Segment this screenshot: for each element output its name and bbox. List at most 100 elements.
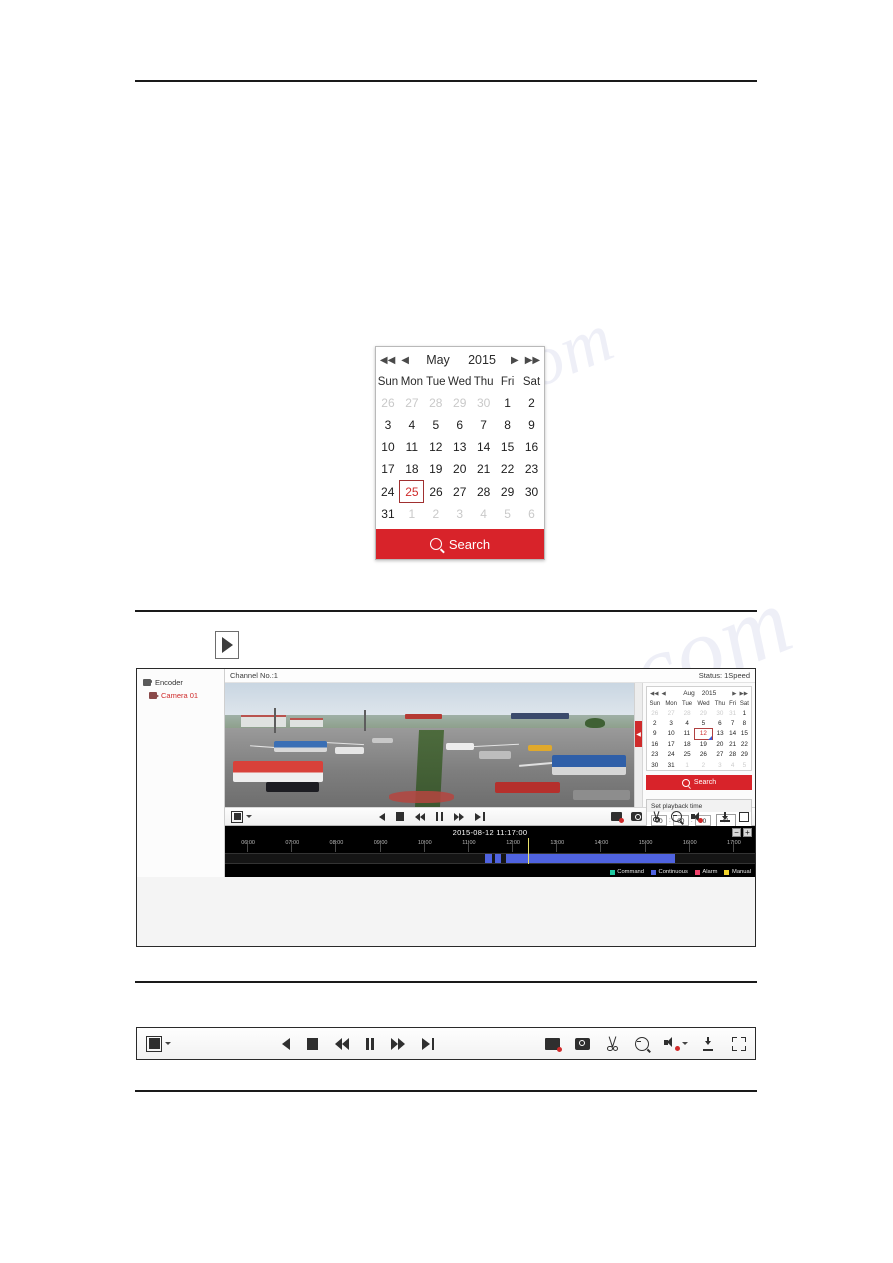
calendar-day[interactable]: 28 [728,750,738,760]
calendar-day[interactable]: 10 [376,436,400,458]
calendar-day[interactable]: 7 [472,414,496,436]
calendar-day[interactable]: 6 [448,414,472,436]
calendar-day[interactable]: 11 [400,436,424,458]
date-picker-large[interactable]: ◀◀ ◀ May 2015 ▶ ▶▶ Sun Mon Tue Wed Thu Fri Sat… [375,346,545,560]
calendar-day[interactable]: 26 [647,708,663,718]
video-viewport[interactable] [225,683,634,807]
calendar-day[interactable]: 26 [424,481,448,503]
search-button[interactable]: Search [376,529,544,559]
tree-node-camera[interactable]: Camera 01 [137,689,224,702]
calendar-day[interactable]: 26 [694,750,712,760]
single-frame-button[interactable] [422,1037,435,1050]
calendar-day[interactable]: 28 [680,708,695,718]
calendar-month-label[interactable]: May [418,353,458,367]
calendar-day[interactable]: 29 [738,750,751,760]
calendar-day[interactable]: 27 [400,392,424,414]
calendar-day[interactable]: 4 [680,718,695,729]
calendar-day[interactable]: 23 [647,750,663,760]
calendar-day[interactable]: 15 [496,436,520,458]
record-button[interactable] [611,812,624,823]
fast-forward-button[interactable] [391,1037,406,1050]
calendar-day[interactable]: 2 [520,392,544,414]
calendar-day[interactable]: 5 [496,503,520,526]
calendar-day[interactable]: 18 [400,458,424,481]
calendar-day[interactable]: 4 [728,760,738,770]
calendar-day[interactable]: 31 [376,503,400,526]
calendar-small-month-label[interactable]: Aug [681,690,698,697]
calendar-day[interactable]: 19 [694,739,712,750]
download-button[interactable] [703,1036,717,1051]
calendar-day[interactable]: 8 [738,718,751,729]
layout-select-button[interactable] [146,1035,171,1052]
stop-button[interactable] [395,812,404,821]
search-button-small[interactable]: Search [646,775,752,791]
calendar-day[interactable]: 22 [738,739,751,750]
next-month-icon[interactable]: ▶ [732,691,736,697]
timeline-zoom-in-button[interactable]: + [743,828,752,837]
reverse-play-button[interactable] [281,1037,290,1050]
calendar-day[interactable]: 17 [376,458,400,481]
calendar-day[interactable]: 20 [712,739,727,750]
calendar-day[interactable]: 14 [472,436,496,458]
layout-select-button[interactable] [231,810,252,823]
calendar-day[interactable]: 5 [694,718,712,729]
calendar-day[interactable]: 2 [424,503,448,526]
calendar-day[interactable]: 15 [738,729,751,739]
calendar-day[interactable]: 3 [376,414,400,436]
calendar-day[interactable]: 12 [424,436,448,458]
calendar-day[interactable]: 26 [376,392,400,414]
calendar-day[interactable]: 31 [663,760,680,770]
calendar-day[interactable]: 21 [472,458,496,481]
timeline-track[interactable] [225,853,755,864]
calendar-day[interactable]: 16 [520,436,544,458]
rewind-button[interactable] [334,1037,349,1050]
calendar-day[interactable]: 30 [472,392,496,414]
calendar-year-label[interactable]: 2015 [462,353,502,367]
calendar-day[interactable]: 9 [647,729,663,739]
calendar-day[interactable]: 30 [712,708,727,718]
calendar-day-selected[interactable]: 12 [693,728,713,741]
capture-button[interactable] [631,812,642,821]
calendar-day[interactable]: 29 [694,708,712,718]
timeline-cursor[interactable] [528,838,530,864]
calendar-day[interactable]: 27 [448,481,472,503]
calendar-day[interactable]: 13 [448,436,472,458]
calendar-day[interactable]: 30 [520,481,544,503]
playback-timeline[interactable]: 2015-08-12 11:17:00 − + 06:00 07:00 08:00 0… [225,826,755,877]
calendar-day[interactable]: 3 [448,503,472,526]
calendar-day[interactable]: 9 [520,414,544,436]
calendar-day[interactable]: 25 [680,750,695,760]
calendar-day[interactable]: 4 [472,503,496,526]
calendar-day[interactable]: 28 [424,392,448,414]
calendar-day[interactable]: 6 [520,503,544,526]
calendar-day[interactable]: 24 [376,481,400,503]
calendar-day[interactable]: 11 [680,729,695,739]
prev-month-icon[interactable]: ◀ [400,355,410,366]
calendar-day[interactable]: 3 [663,718,680,729]
calendar-day[interactable]: 5 [738,760,751,770]
calendar-day[interactable]: 19 [424,458,448,481]
timeline-segment[interactable] [505,854,676,863]
next-month-icon[interactable]: ▶ [510,355,520,366]
calendar-day[interactable]: 28 [472,481,496,503]
first-month-icon[interactable]: ◀◀ [379,355,396,366]
calendar-day[interactable]: 5 [424,414,448,436]
calendar-day[interactable]: 2 [647,718,663,729]
calendar-day[interactable]: 4 [400,414,424,436]
calendar-day[interactable]: 6 [712,718,727,729]
calendar-small-year-label[interactable]: 2015 [701,690,718,697]
pause-button[interactable] [365,1037,375,1050]
fast-forward-button[interactable] [454,812,464,821]
calendar-day[interactable]: 3 [712,760,727,770]
calendar-day[interactable]: 13 [712,729,727,739]
calendar-day-selected[interactable]: 25 [399,480,425,503]
audio-button[interactable] [664,1037,688,1051]
last-month-icon[interactable]: ▶▶ [740,691,748,697]
record-button[interactable] [545,1037,562,1052]
calendar-day[interactable]: 27 [712,750,727,760]
calendar-day[interactable]: 1 [400,503,424,526]
panel-collapse-icon[interactable]: ◀ [635,721,642,747]
calendar-day[interactable]: 18 [680,739,695,750]
pause-button[interactable] [435,812,443,821]
full-screen-button[interactable] [732,1036,746,1051]
